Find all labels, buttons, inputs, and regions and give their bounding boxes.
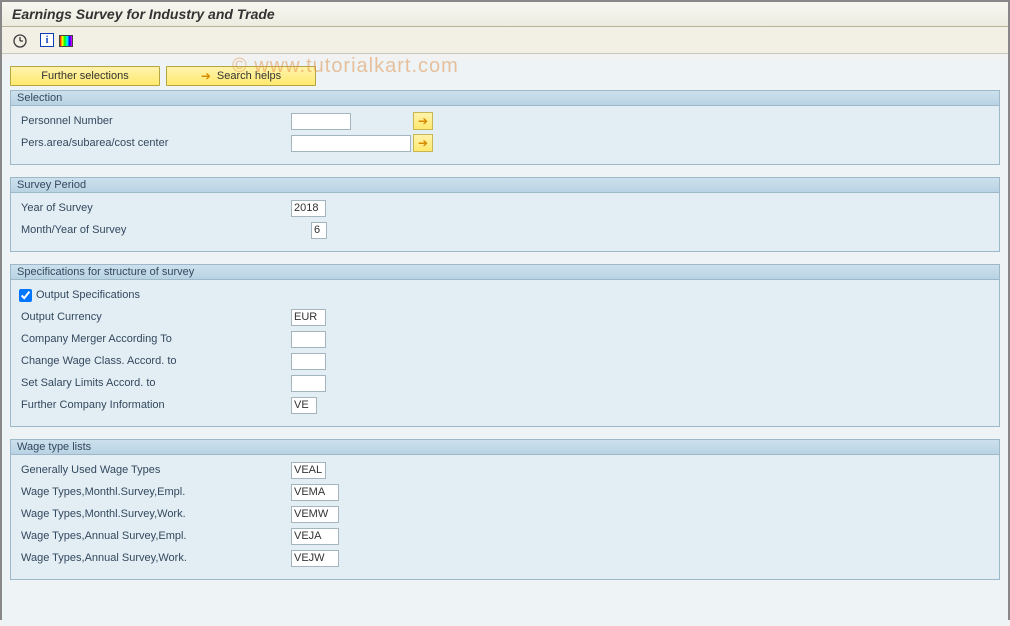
toolbar: i © www.tutorialkart.com: [2, 27, 1008, 53]
row-change-wage-class: Change Wage Class. Accord. to: [19, 350, 995, 372]
monthly-work-wage-types-label: Wage Types,Monthl.Survey,Work.: [19, 508, 244, 520]
content-area: Further selections ➔ Search helps Select…: [2, 60, 1008, 626]
row-set-salary-limits: Set Salary Limits Accord. to: [19, 372, 995, 394]
general-wage-types-input[interactable]: [291, 462, 326, 479]
search-helps-label: Search helps: [217, 70, 281, 82]
group-specifications-header: Specifications for structure of survey: [11, 265, 999, 280]
row-annual-empl-wage-types: Wage Types,Annual Survey,Empl.: [19, 525, 995, 547]
row-personnel-number: Personnel Number ➔: [19, 110, 995, 132]
month-year-survey-input[interactable]: [311, 222, 327, 239]
row-annual-work-wage-types: Wage Types,Annual Survey,Work.: [19, 547, 995, 569]
row-month-year-survey: Month/Year of Survey: [19, 219, 995, 241]
toolbar-divider: [2, 53, 1008, 54]
set-salary-limits-input[interactable]: [291, 375, 326, 392]
row-year-of-survey: Year of Survey: [19, 197, 995, 219]
pers-area-label: Pers.area/subarea/cost center: [19, 137, 229, 149]
button-row: Further selections ➔ Search helps: [10, 66, 1000, 86]
output-currency-label: Output Currency: [19, 311, 244, 323]
page-title: Earnings Survey for Industry and Trade: [2, 2, 1008, 27]
general-wage-types-label: Generally Used Wage Types: [19, 464, 244, 476]
company-merger-input[interactable]: [291, 331, 326, 348]
row-monthly-empl-wage-types: Wage Types,Monthl.Survey,Empl.: [19, 481, 995, 503]
further-selections-label: Further selections: [41, 70, 128, 82]
group-selection-header: Selection: [11, 91, 999, 106]
further-selections-button[interactable]: Further selections: [10, 66, 160, 86]
row-output-currency: Output Currency: [19, 306, 995, 328]
personnel-number-multi-select-icon[interactable]: ➔: [413, 112, 433, 130]
monthly-work-wage-types-input[interactable]: [291, 506, 339, 523]
company-merger-label: Company Merger According To: [19, 333, 244, 345]
year-of-survey-label: Year of Survey: [19, 202, 244, 214]
set-salary-limits-label: Set Salary Limits Accord. to: [19, 377, 244, 389]
personnel-number-label: Personnel Number: [19, 115, 229, 127]
annual-work-wage-types-input[interactable]: [291, 550, 339, 567]
row-further-company-info: Further Company Information: [19, 394, 995, 416]
arrow-right-icon: ➔: [201, 69, 211, 83]
further-company-info-label: Further Company Information: [19, 399, 244, 411]
personnel-number-input[interactable]: [291, 113, 351, 130]
annual-empl-wage-types-input[interactable]: [291, 528, 339, 545]
color-legend-icon[interactable]: [58, 33, 74, 49]
change-wage-class-label: Change Wage Class. Accord. to: [19, 355, 244, 367]
year-of-survey-input[interactable]: [291, 200, 326, 217]
group-specifications: Specifications for structure of survey O…: [10, 264, 1000, 427]
annual-work-wage-types-label: Wage Types,Annual Survey,Work.: [19, 552, 244, 564]
group-survey-period: Survey Period Year of Survey Month/Year …: [10, 177, 1000, 252]
group-survey-period-header: Survey Period: [11, 178, 999, 193]
group-wage-type-lists: Wage type lists Generally Used Wage Type…: [10, 439, 1000, 580]
output-specifications-checkbox[interactable]: [19, 289, 32, 302]
further-company-info-input[interactable]: [291, 397, 317, 414]
row-monthly-work-wage-types: Wage Types,Monthl.Survey,Work.: [19, 503, 995, 525]
group-selection: Selection Personnel Number ➔ Pers.area/s…: [10, 90, 1000, 165]
pers-area-multi-select-icon[interactable]: ➔: [413, 134, 433, 152]
pers-area-input[interactable]: [291, 135, 411, 152]
annual-empl-wage-types-label: Wage Types,Annual Survey,Empl.: [19, 530, 244, 542]
info-icon[interactable]: i: [40, 33, 54, 47]
monthly-empl-wage-types-label: Wage Types,Monthl.Survey,Empl.: [19, 486, 244, 498]
monthly-empl-wage-types-input[interactable]: [291, 484, 339, 501]
row-pers-area: Pers.area/subarea/cost center ➔: [19, 132, 995, 154]
row-general-wage-types: Generally Used Wage Types: [19, 459, 995, 481]
execute-icon[interactable]: [12, 33, 28, 49]
row-output-specifications: Output Specifications: [19, 284, 995, 306]
output-specifications-label: Output Specifications: [36, 289, 140, 301]
row-company-merger: Company Merger According To: [19, 328, 995, 350]
change-wage-class-input[interactable]: [291, 353, 326, 370]
search-helps-button[interactable]: ➔ Search helps: [166, 66, 316, 86]
output-currency-input[interactable]: [291, 309, 326, 326]
group-wage-type-lists-header: Wage type lists: [11, 440, 999, 455]
month-year-survey-label: Month/Year of Survey: [19, 224, 244, 236]
